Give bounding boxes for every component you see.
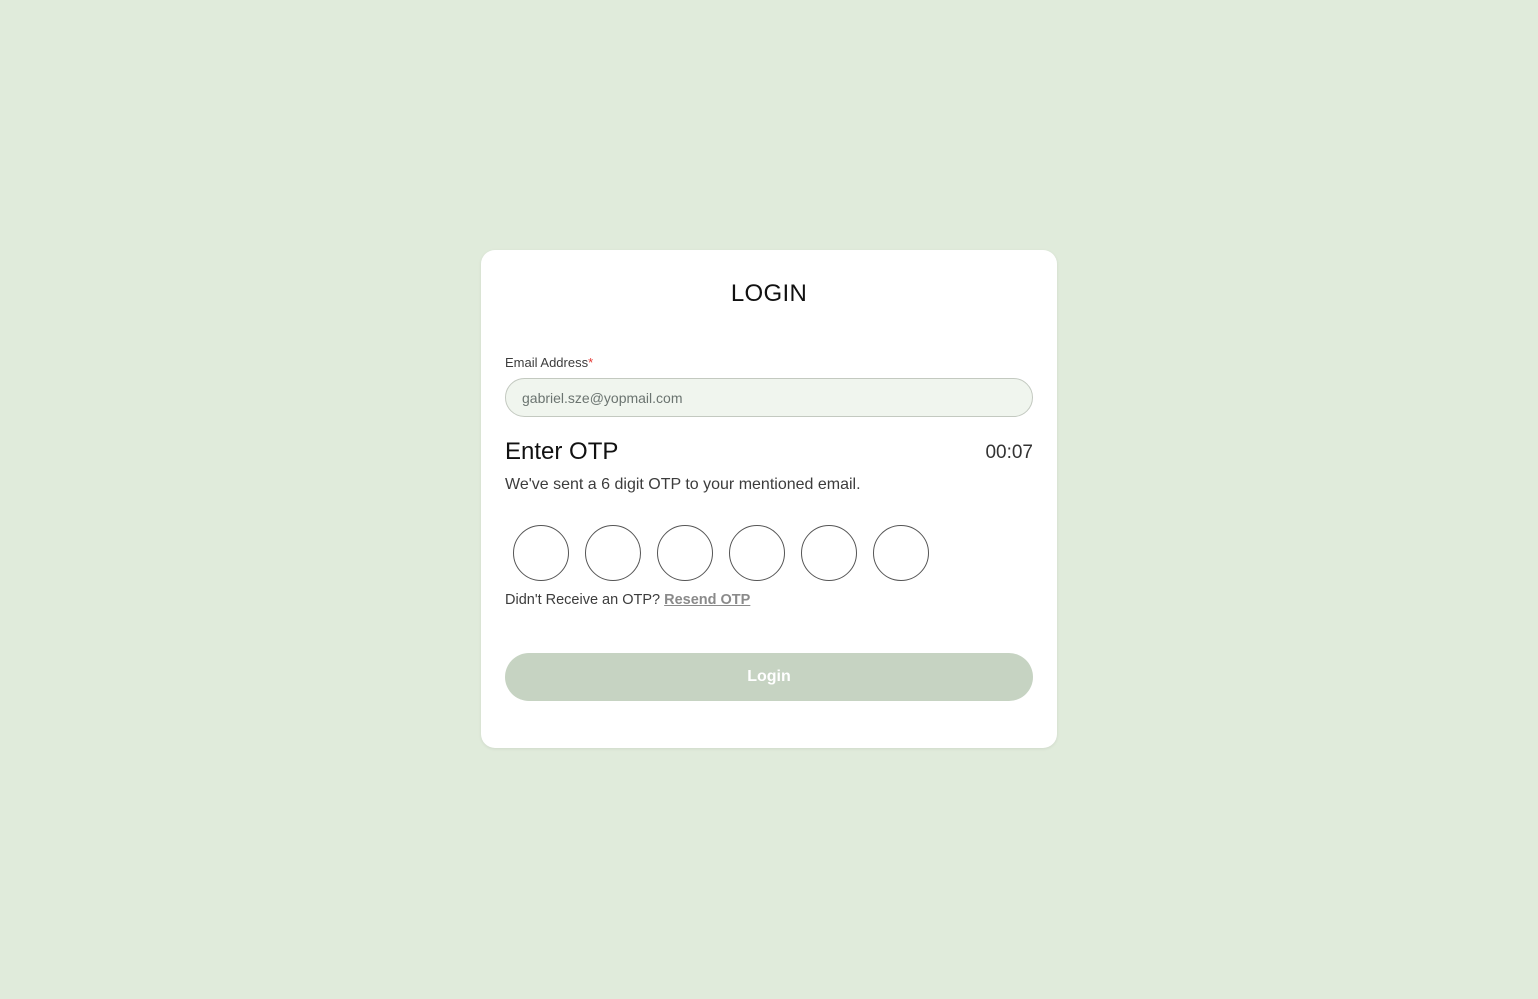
otp-digit-6[interactable] xyxy=(873,525,929,581)
otp-timer: 00:07 xyxy=(985,442,1033,463)
login-button[interactable]: Login xyxy=(505,653,1033,701)
login-card: LOGIN Email Address* Enter OTP 00:07 We'… xyxy=(481,250,1057,748)
resend-otp-link[interactable]: Resend OTP xyxy=(664,592,750,608)
otp-input-group xyxy=(513,525,929,581)
page-title: LOGIN xyxy=(730,280,808,307)
otp-heading: Enter OTP xyxy=(505,438,619,465)
otp-digit-4[interactable] xyxy=(729,525,785,581)
email-field[interactable] xyxy=(505,378,1033,417)
otp-digit-2[interactable] xyxy=(585,525,641,581)
otp-digit-3[interactable] xyxy=(657,525,713,581)
email-label-text: Email Address xyxy=(505,355,589,370)
resend-prompt: Didn't Receive an OTP? xyxy=(505,592,661,608)
required-marker: * xyxy=(588,355,594,370)
resend-row: Didn't Receive an OTP? Resend OTP xyxy=(505,592,750,608)
otp-description: We've sent a 6 digit OTP to your mention… xyxy=(505,476,861,493)
otp-digit-5[interactable] xyxy=(801,525,857,581)
email-label: Email Address* xyxy=(505,355,593,370)
otp-digit-1[interactable] xyxy=(513,525,569,581)
